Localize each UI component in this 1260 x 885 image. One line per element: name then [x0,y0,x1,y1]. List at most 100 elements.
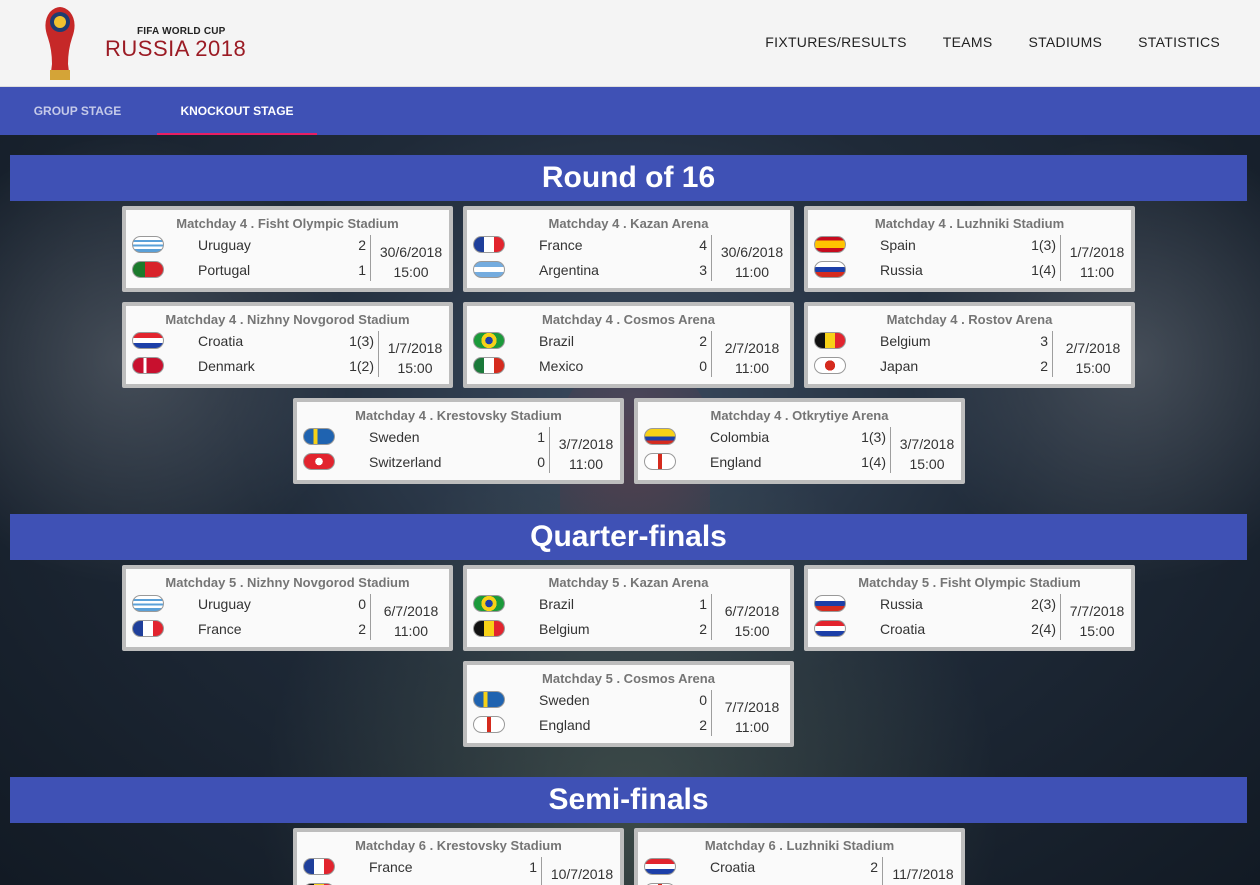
card-divider [711,331,712,377]
section-semi-finals: Semi-finals [10,777,1247,823]
match-datetime: 10/7/2018 [543,864,621,884]
section-quarter-finals: Quarter-finals [10,514,1247,560]
match-card[interactable]: Matchday 5 . Fisht Olympic Stadium Russi… [804,565,1135,651]
card-divider [549,427,550,473]
match-date: 1/7/2018 [387,340,443,356]
match-time: 15:00 [909,456,945,472]
away-flag-icon [132,620,164,637]
away-team-score: 1(2) [349,358,374,374]
home-team-score: 0 [699,692,707,708]
away-team-row: Denmark 1(2) [126,355,374,377]
away-flag-icon [814,620,846,637]
match-date: 1/7/2018 [1069,244,1125,260]
match-title: Matchday 4 . Kazan Arena [548,216,709,231]
match-title: Matchday 4 . Fisht Olympic Stadium [176,216,399,231]
match-card[interactable]: Matchday 4 . Otkrytiye Arena Colombia 1(… [634,398,965,484]
home-team-name: Russia [880,596,923,612]
home-team-score: 1 [529,859,537,875]
away-flag-icon [814,357,846,374]
away-flag-icon [132,261,164,278]
match-card[interactable]: Matchday 4 . Nizhny Novgorod Stadium Cro… [122,302,453,388]
match-date: 2/7/2018 [1065,340,1121,356]
home-team-name: Sweden [369,429,420,445]
match-date: 7/7/2018 [724,699,780,715]
match-title: Matchday 5 . Fisht Olympic Stadium [858,575,1081,590]
home-team-name: France [369,859,413,875]
card-divider [541,857,542,885]
match-card[interactable]: Matchday 6 . Luzhniki Stadium Croatia 2 … [634,828,965,885]
nav-fixtures-results[interactable]: FIXTURES/RESULTS [765,34,906,50]
away-team-row: Argentina 3 [467,259,707,281]
match-time: 11:00 [569,456,603,472]
match-card[interactable]: Matchday 4 . Rostov Arena Belgium 3 Japa… [804,302,1135,388]
away-team-row: Belgium 2 [467,618,707,640]
match-card[interactable]: Matchday 5 . Kazan Arena Brazil 1 Belgiu… [463,565,794,651]
world-cup-logo-icon[interactable] [38,4,82,82]
away-team-score: 1(4) [861,454,886,470]
match-datetime: 11/7/2018 [884,864,962,884]
card-divider [711,235,712,281]
match-card[interactable]: Matchday 4 . Krestovsky Stadium Sweden 1… [293,398,624,484]
match-datetime: 3/7/2018 11:00 [551,434,621,474]
away-team-row: England 2 [467,714,707,736]
home-flag-icon [303,428,335,445]
match-datetime: 2/7/2018 15:00 [1054,338,1132,378]
away-flag-icon [132,357,164,374]
match-datetime: 7/7/2018 11:00 [713,697,791,737]
home-flag-icon [814,595,846,612]
away-flag-icon [473,357,505,374]
away-team-row: Portugal 1 [126,259,366,281]
match-title: Matchday 4 . Nizhny Novgorod Stadium [165,312,410,327]
nav-statistics[interactable]: STATISTICS [1138,34,1220,50]
home-team-score: 0 [358,596,366,612]
match-card[interactable]: Matchday 4 . Kazan Arena France 4 Argent… [463,206,794,292]
match-card[interactable]: Matchday 4 . Luzhniki Stadium Spain 1(3)… [804,206,1135,292]
match-datetime: 3/7/2018 15:00 [892,434,962,474]
away-team-score: 2 [1040,358,1048,374]
match-card[interactable]: Matchday 6 . Krestovsky Stadium France 1… [293,828,624,885]
home-team-name: Brazil [539,333,575,349]
match-card[interactable]: Matchday 4 . Fisht Olympic Stadium Urugu… [122,206,453,292]
match-date: 7/7/2018 [1069,603,1125,619]
home-team-score: 1(3) [1031,237,1056,253]
match-time: 15:00 [397,360,433,376]
home-team-row: Sweden 0 [467,689,707,711]
match-title: Matchday 4 . Krestovsky Stadium [355,408,562,423]
home-team-row: Croatia 2 [638,856,878,878]
match-datetime: 6/7/2018 11:00 [372,601,450,641]
card-divider [370,235,371,281]
away-team-name: Japan [880,358,919,374]
match-time: 11:00 [735,360,769,376]
home-flag-icon [644,428,676,445]
nav-teams[interactable]: TEAMS [943,34,993,50]
away-team-row: Japan 2 [808,355,1048,377]
match-title: Matchday 6 . Luzhniki Stadium [704,838,895,853]
tab-group-stage[interactable]: GROUP STAGE [0,87,155,135]
tab-knockout-stage[interactable]: KNOCKOUT STAGE [157,87,317,135]
match-card[interactable]: Matchday 4 . Cosmos Arena Brazil 2 Mexic… [463,302,794,388]
match-title: Matchday 5 . Cosmos Arena [542,671,715,686]
home-team-row: Belgium 3 [808,330,1048,352]
match-title: Matchday 4 . Cosmos Arena [542,312,715,327]
away-flag-icon [473,620,505,637]
nav-stadiums[interactable]: STADIUMS [1028,34,1102,50]
home-team-row: Uruguay 0 [126,593,366,615]
home-flag-icon [473,236,505,253]
match-datetime: 30/6/2018 11:00 [713,242,791,282]
away-team-row [297,881,537,885]
away-team-score: 3 [699,262,707,278]
home-team-row: Spain 1(3) [808,234,1056,256]
match-date: 30/6/2018 [379,244,443,260]
away-team-name: England [539,717,591,733]
home-flag-icon [473,332,505,349]
home-team-row: Brazil 2 [467,330,707,352]
match-title: Matchday 4 . Rostov Arena [886,312,1053,327]
away-team-name: Croatia [880,621,926,637]
away-team-row: Mexico 0 [467,355,707,377]
match-card[interactable]: Matchday 5 . Nizhny Novgorod Stadium Uru… [122,565,453,651]
away-team-name: Russia [880,262,923,278]
match-time: 11:00 [394,623,428,639]
match-card[interactable]: Matchday 5 . Cosmos Arena Sweden 0 Engla… [463,661,794,747]
home-flag-icon [132,595,164,612]
home-team-row: Uruguay 2 [126,234,366,256]
